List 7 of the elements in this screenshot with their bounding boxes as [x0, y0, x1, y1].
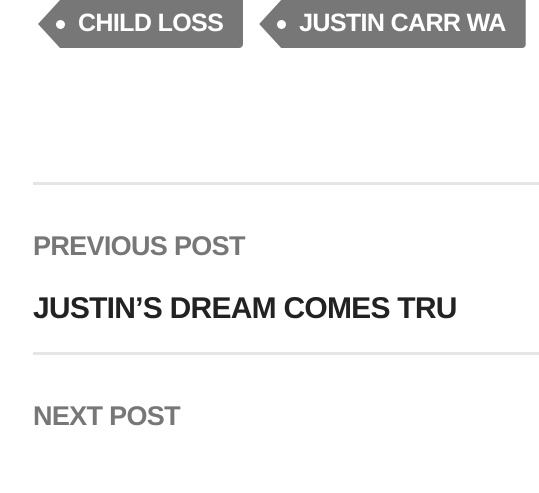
hole-icon: [277, 20, 286, 29]
tag-link[interactable]: JUSTIN CARR WA: [259, 0, 526, 48]
post-title-link[interactable]: JUSTIN’S DREAM COMES TRU: [33, 294, 539, 324]
post-nav-heading: PREVIOUS POST: [33, 233, 246, 260]
tag-link[interactable]: CHILD LOSS: [38, 0, 244, 48]
hole-icon: [56, 20, 65, 29]
post-nav-heading: NEXT POST: [33, 403, 182, 430]
